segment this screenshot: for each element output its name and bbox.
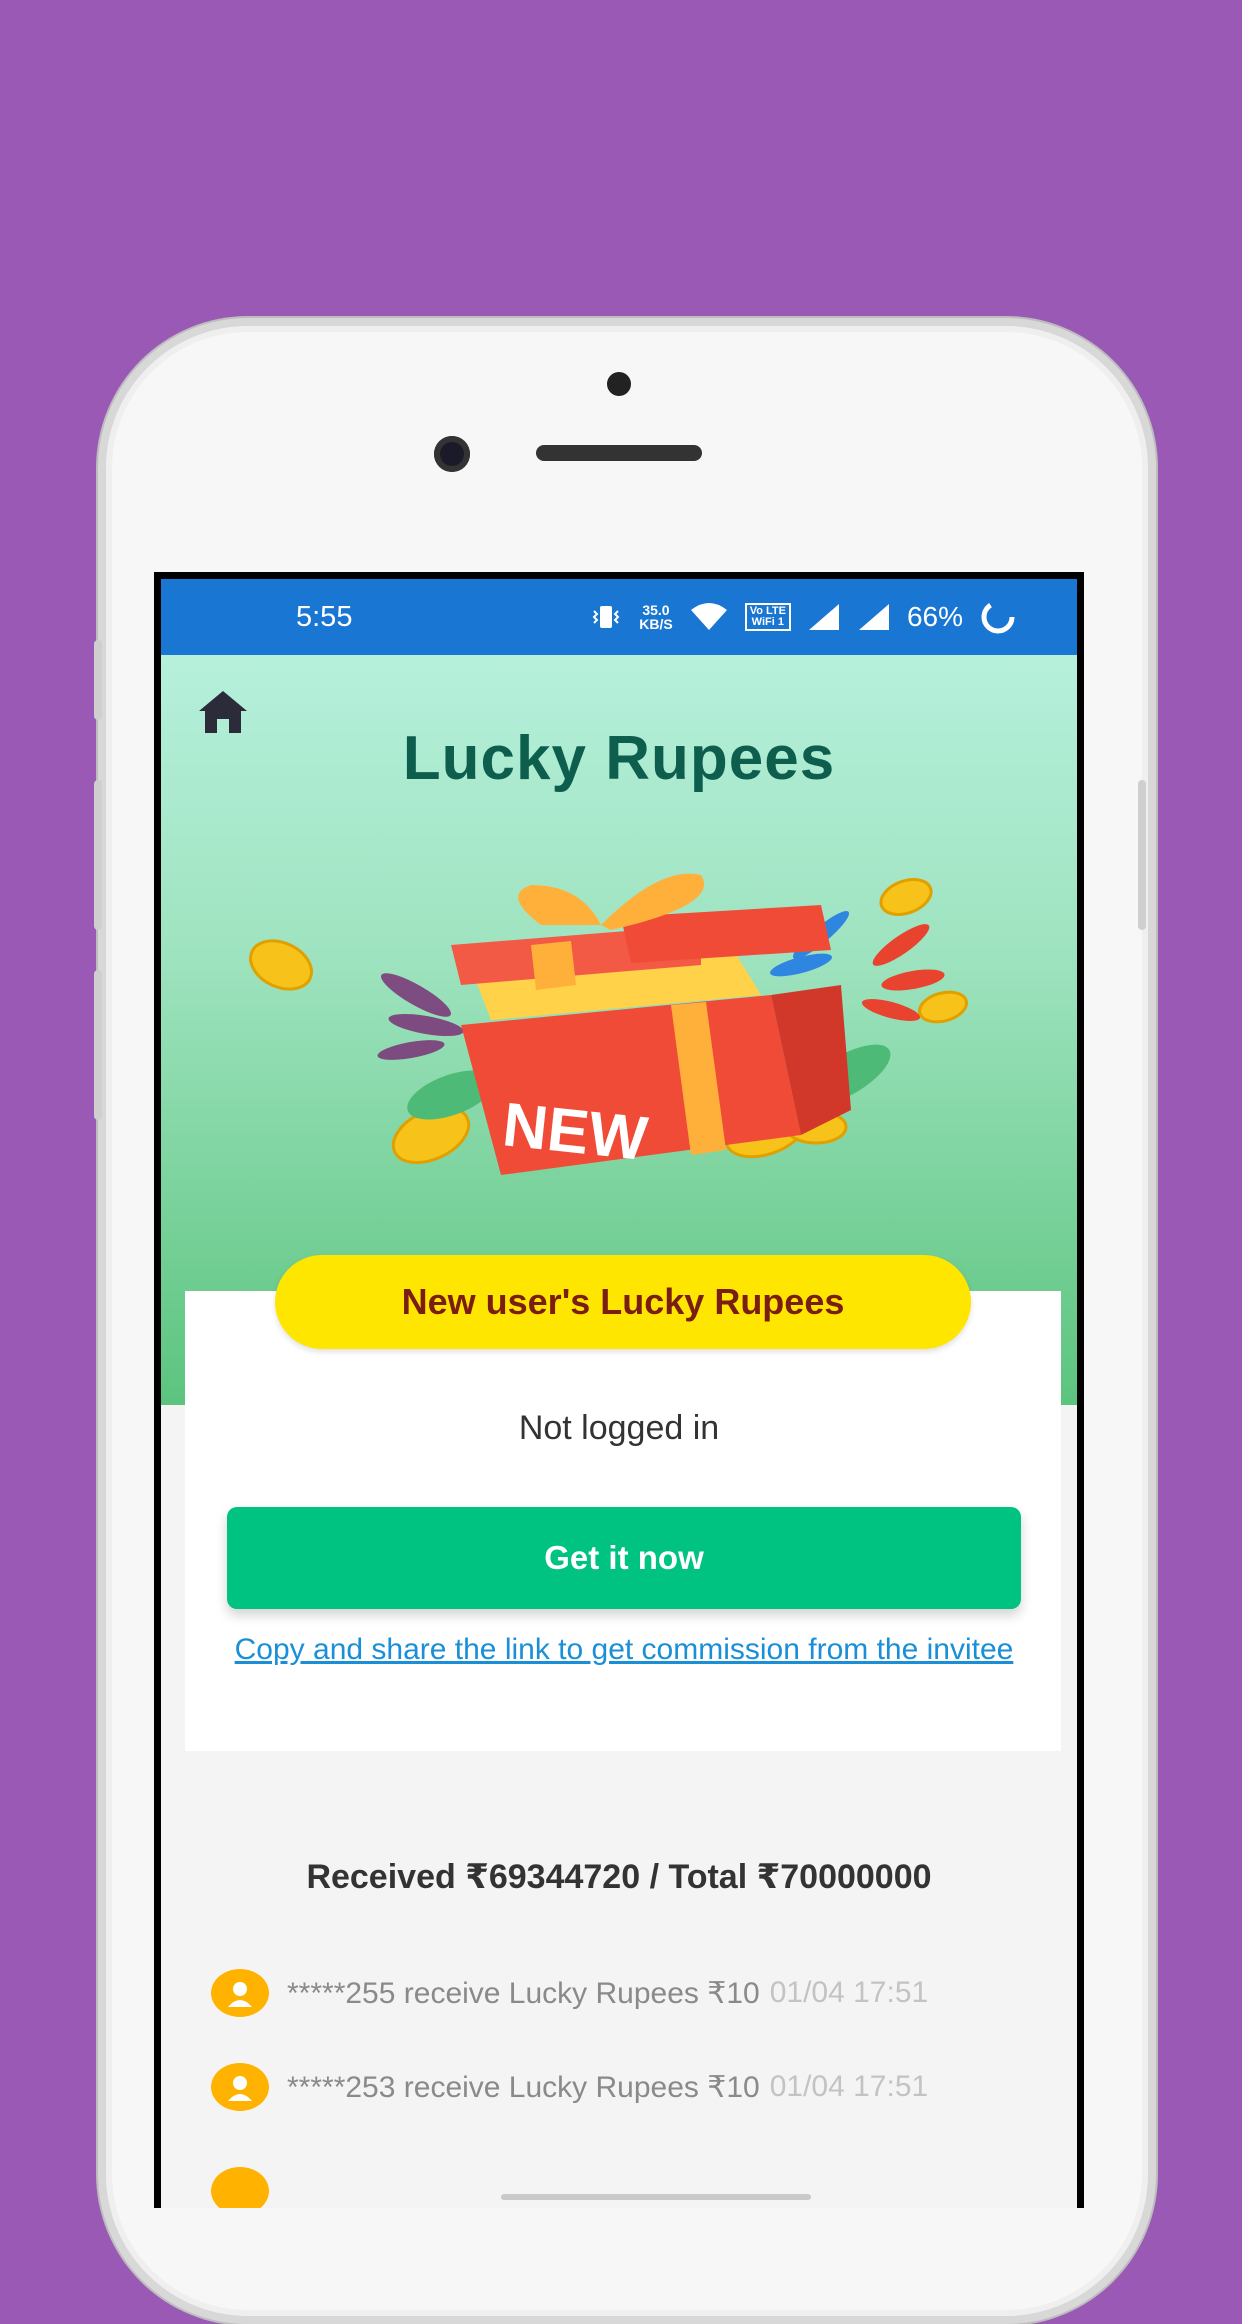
user-avatar-icon-partial	[211, 2167, 269, 2208]
phone-side-button-left-1	[94, 640, 102, 720]
page-title: Lucky Rupees	[402, 724, 836, 793]
received-total-text: Received ₹69344720 / Total ₹70000000	[306, 1858, 932, 1896]
new-user-pill: New user's Lucky Rupees	[275, 1255, 971, 1349]
phone-side-button-right	[1138, 780, 1146, 930]
battery-ring-icon	[981, 600, 1015, 634]
status-bar: 5:55 35.0 KB/S Vo LTE WiFi 1 66%	[161, 579, 1077, 655]
wifi-icon	[690, 603, 727, 630]
gift-box-illustration: NEW	[249, 873, 968, 1175]
log-time: 01/04 17:51	[769, 2070, 929, 2103]
vibrate-icon	[592, 606, 620, 628]
status-time: 5:55	[296, 600, 353, 633]
volte-wifi-badge: Vo LTE WiFi 1	[744, 603, 791, 631]
network-speed-value: 35.0	[642, 602, 670, 618]
login-status-text: Not logged in	[518, 1409, 720, 1447]
log-time: 01/04 17:51	[769, 1976, 929, 2009]
log-row-1: *****255 receive Lucky Rupees ₹10 01/04 …	[211, 1963, 1077, 2023]
user-avatar-icon	[211, 1969, 269, 2017]
battery-percent: 66%	[906, 601, 963, 632]
signal-icon-1	[808, 604, 839, 630]
log-text: *****255 receive Lucky Rupees ₹10	[287, 1976, 760, 2010]
phone-screen: 5:55 35.0 KB/S Vo LTE WiFi 1 66% Lucky R…	[154, 572, 1084, 2208]
user-avatar-icon	[211, 2063, 269, 2111]
app-screen: 5:55 35.0 KB/S Vo LTE WiFi 1 66% Lucky R…	[161, 579, 1077, 2208]
phone-side-button-left-3	[94, 970, 102, 1120]
gesture-nav-bar[interactable]	[501, 2194, 811, 2200]
log-row-2: *****253 receive Lucky Rupees ₹10 01/04 …	[211, 2057, 1077, 2117]
phone-side-button-left-2	[94, 780, 102, 930]
get-it-now-button[interactable]: Get it now	[227, 1507, 1021, 1609]
log-text: *****253 receive Lucky Rupees ₹10	[287, 2070, 760, 2104]
earpiece-speaker	[536, 445, 702, 461]
network-speed: 35.0 KB/S	[639, 603, 672, 631]
status-icons: 35.0 KB/S Vo LTE WiFi 1 66%	[589, 598, 1017, 636]
signal-icon-2	[858, 604, 889, 630]
proximity-sensor	[607, 372, 631, 396]
network-speed-unit: KB/S	[639, 616, 673, 632]
share-link[interactable]: Copy and share the link to get commissio…	[231, 1633, 1017, 1667]
front-camera	[434, 436, 470, 472]
wifi-calling-label: WiFi 1	[751, 616, 784, 628]
